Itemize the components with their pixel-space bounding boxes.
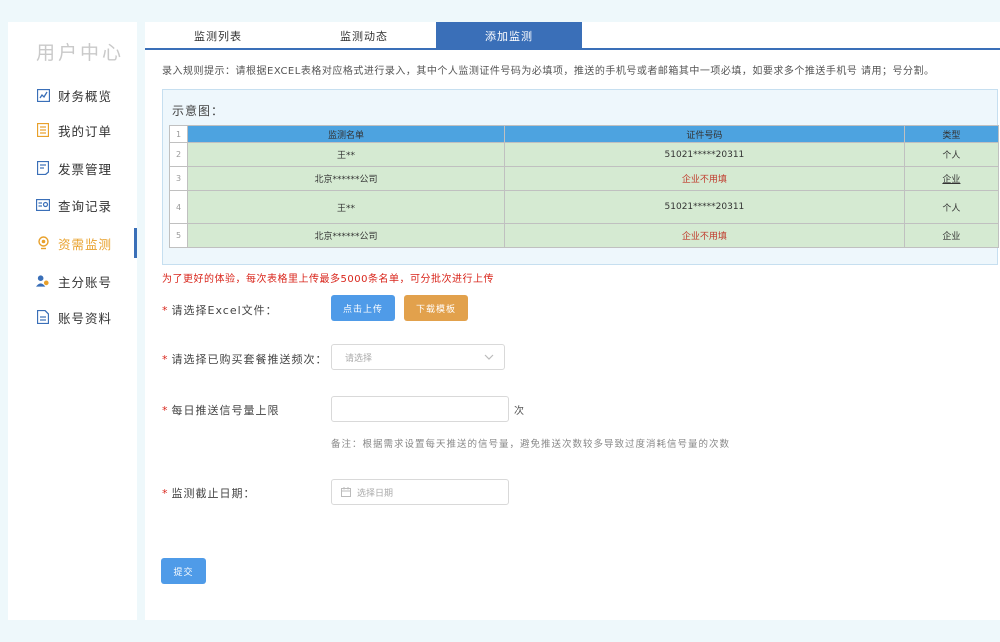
sidebar: 用户中心 财务概览 我的订单 发票管理 查询记录 资需监测 主分账号 账号资料 bbox=[8, 22, 137, 620]
row-number: 5 bbox=[169, 223, 188, 248]
sample-diagram: 示意图： 1 监测名单 证件号码 类型 2 王** 51021*****2031… bbox=[162, 89, 1000, 265]
sidebar-item-label: 发票管理 bbox=[58, 161, 113, 177]
sidebar-item-label: 主分账号 bbox=[58, 274, 113, 290]
upload-button[interactable]: 点击上传 bbox=[331, 295, 395, 321]
table-cell: 王** bbox=[187, 142, 505, 167]
end-date-label: * 监测截止日期： bbox=[162, 487, 256, 500]
table-cell: 北京******公司 bbox=[187, 223, 505, 248]
column-header: 证件号码 bbox=[503, 125, 905, 143]
finance-overview-icon bbox=[36, 88, 50, 102]
table-row: 4 王** 51021*****20311 个人 bbox=[169, 190, 1000, 224]
order-list-icon bbox=[36, 123, 50, 137]
column-header: 监测名单 bbox=[187, 125, 505, 143]
main-panel: 监测列表 监测动态 添加监测 录入规则提示：请根据EXCEL表格对应格式进行录入… bbox=[145, 22, 1000, 620]
query-record-icon bbox=[36, 198, 50, 212]
table-cell: 个人 bbox=[903, 190, 1000, 224]
tab-bar: 监测列表 监测动态 添加监测 bbox=[145, 22, 1000, 50]
download-template-button[interactable]: 下载模板 bbox=[404, 295, 468, 321]
sidebar-item-monitor[interactable]: 资需监测 bbox=[8, 228, 137, 258]
column-header: 类型 bbox=[903, 125, 1000, 143]
table-cell: 企业不用填 bbox=[503, 166, 905, 191]
sidebar-item-my-orders[interactable]: 我的订单 bbox=[8, 115, 137, 145]
submit-button[interactable]: 提交 bbox=[161, 558, 206, 584]
profile-icon bbox=[36, 310, 50, 324]
sidebar-item-label: 财务概览 bbox=[58, 88, 113, 104]
sidebar-item-query-records[interactable]: 查询记录 bbox=[8, 190, 137, 220]
sidebar-item-label: 我的订单 bbox=[58, 123, 113, 139]
row-number: 3 bbox=[169, 166, 188, 191]
table-cell: 王** bbox=[187, 190, 505, 224]
daily-limit-note: 备注：根据需求设置每天推送的信号量，避免推送次数较多导致过度消耗信号量的次数 bbox=[331, 439, 731, 450]
table-row: 2 王** 51021*****20311 个人 bbox=[169, 142, 1000, 167]
sidebar-item-label: 查询记录 bbox=[58, 198, 113, 214]
table-row: 3 北京******公司 企业不用填 企业 bbox=[169, 166, 1000, 191]
accounts-icon bbox=[36, 274, 50, 288]
table-header-row: 1 监测名单 证件号码 类型 bbox=[169, 125, 1000, 143]
package-frequency-select[interactable]: 请选择 bbox=[331, 344, 505, 370]
calendar-icon bbox=[341, 487, 351, 497]
input-rules-hint: 录入规则提示：请根据EXCEL表格对应格式进行录入，其中个人监测证件号码为必填项… bbox=[162, 66, 935, 77]
excel-file-label: * 请选择Excel文件： bbox=[162, 304, 278, 317]
table-cell: 北京******公司 bbox=[187, 166, 505, 191]
daily-limit-label: * 每日推送信号量上限 bbox=[162, 404, 280, 417]
tab-add-monitor[interactable]: 添加监测 bbox=[436, 22, 582, 50]
sidebar-item-invoice[interactable]: 发票管理 bbox=[8, 153, 137, 183]
table-cell: 51021*****20311 bbox=[503, 190, 905, 224]
sidebar-item-sub-accounts[interactable]: 主分账号 bbox=[8, 266, 137, 296]
end-date-picker[interactable]: 选择日期 bbox=[331, 479, 509, 505]
tab-monitor-list[interactable]: 监测列表 bbox=[145, 22, 291, 50]
invoice-icon bbox=[36, 161, 50, 175]
daily-limit-input[interactable] bbox=[331, 396, 509, 422]
select-placeholder: 请选择 bbox=[345, 353, 373, 364]
sample-table: 1 监测名单 证件号码 类型 2 王** 51021*****20311 个人 … bbox=[169, 125, 1000, 248]
date-placeholder: 选择日期 bbox=[357, 488, 394, 499]
monitor-icon bbox=[36, 236, 50, 250]
table-cell: 企业 bbox=[903, 166, 1000, 191]
sidebar-item-finance-overview[interactable]: 财务概览 bbox=[8, 80, 137, 110]
table-cell: 企业 bbox=[903, 223, 1000, 248]
sidebar-item-profile[interactable]: 账号资料 bbox=[8, 302, 137, 332]
package-frequency-label: * 请选择已购买套餐推送频次： bbox=[162, 353, 328, 366]
sample-label: 示意图： bbox=[172, 104, 225, 118]
row-number: 2 bbox=[169, 142, 188, 167]
sidebar-item-label: 资需监测 bbox=[58, 236, 113, 252]
daily-limit-unit: 次 bbox=[514, 406, 524, 417]
sidebar-item-label: 账号资料 bbox=[58, 310, 113, 326]
chevron-down-icon bbox=[484, 353, 494, 363]
table-cell: 个人 bbox=[903, 142, 1000, 167]
table-cell: 企业不用填 bbox=[503, 223, 905, 248]
sidebar-title: 用户中心 bbox=[36, 42, 125, 64]
tab-monitor-activity[interactable]: 监测动态 bbox=[291, 22, 437, 50]
row-number: 1 bbox=[169, 125, 188, 143]
table-row: 5 北京******公司 企业不用填 企业 bbox=[169, 223, 1000, 248]
row-number: 4 bbox=[169, 190, 188, 224]
table-cell: 51021*****20311 bbox=[503, 142, 905, 167]
upload-limit-warning: 为了更好的体验，每次表格里上传最多5000条名单，可分批次进行上传 bbox=[162, 274, 494, 285]
